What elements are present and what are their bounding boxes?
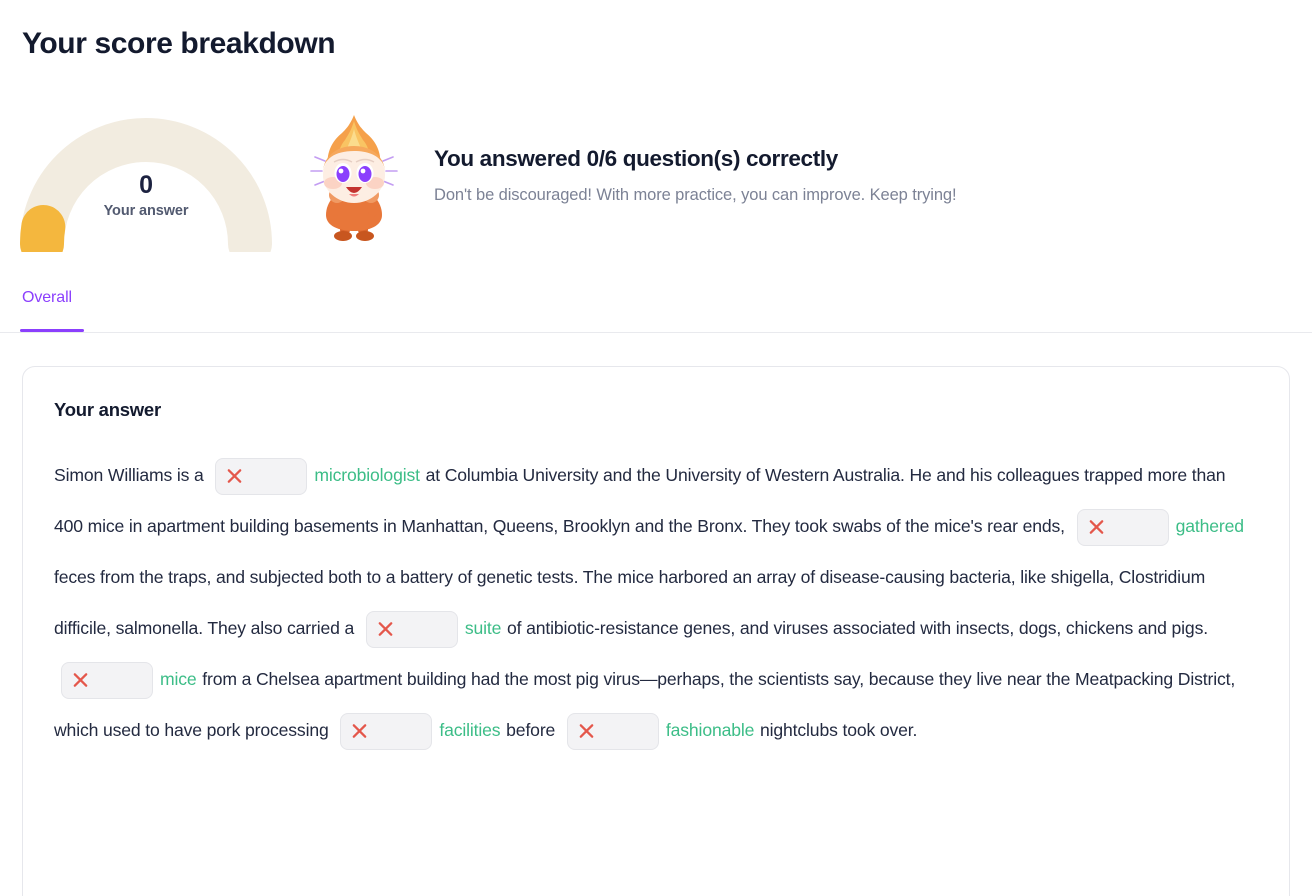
result-title: You answered 0/6 question(s) correctly [434, 146, 838, 171]
result-subtitle: Don't be discouraged! With more practice… [434, 186, 957, 204]
gauge-value: 0 [139, 171, 153, 199]
passage-text: of antibiotic-resistance genes, and viru… [507, 618, 1213, 638]
tab-bar: Overall [0, 271, 1312, 333]
close-x-icon [1087, 518, 1106, 537]
score-summary-section: 0 Your answer You answered 0/6 question(… [0, 104, 1312, 270]
score-breakdown-page: Your score breakdown 0 Your answer You a… [0, 0, 1312, 896]
blank-answer-input[interactable] [1076, 508, 1169, 546]
score-gauge: 0 Your answer [20, 104, 272, 252]
blank-answer-input[interactable] [340, 712, 433, 750]
blank-answer-input[interactable] [61, 661, 153, 699]
close-x-icon [225, 467, 244, 486]
your-answer-card: Your answer Simon Williams is a microbio… [22, 366, 1290, 896]
gauge-label: Your answer [103, 203, 189, 220]
close-x-icon [577, 722, 596, 741]
card-title: Your answer [54, 399, 161, 420]
close-x-icon [71, 671, 90, 690]
close-x-icon [350, 722, 369, 741]
correct-answer-text: gathered [1175, 516, 1244, 536]
close-x-icon [376, 620, 395, 639]
blank-answer-input[interactable] [365, 610, 458, 648]
passage-text: nightclubs took over. [760, 720, 922, 740]
flame-mascot-icon [306, 113, 402, 243]
passage-text: Simon Williams is a [54, 465, 209, 485]
passage-text: before [506, 720, 560, 740]
gauge-readout: 0 Your answer [20, 171, 272, 220]
correct-answer-text: mice [160, 669, 202, 689]
tab-overall[interactable]: Overall [20, 289, 74, 323]
blank-answer-input[interactable] [566, 712, 659, 750]
answer-passage: Simon Williams is a microbiologist at Co… [54, 450, 1259, 756]
correct-answer-text: suite [464, 618, 507, 638]
correct-answer-text: fashionable [665, 720, 759, 740]
correct-answer-text: facilities [439, 720, 506, 740]
correct-answer-text: microbiologist [314, 465, 425, 485]
result-message: You answered 0/6 question(s) correctly D… [434, 146, 1312, 205]
page-title: Your score breakdown [22, 27, 336, 60]
blank-answer-input[interactable] [215, 457, 308, 495]
tab-active-indicator [20, 329, 84, 332]
